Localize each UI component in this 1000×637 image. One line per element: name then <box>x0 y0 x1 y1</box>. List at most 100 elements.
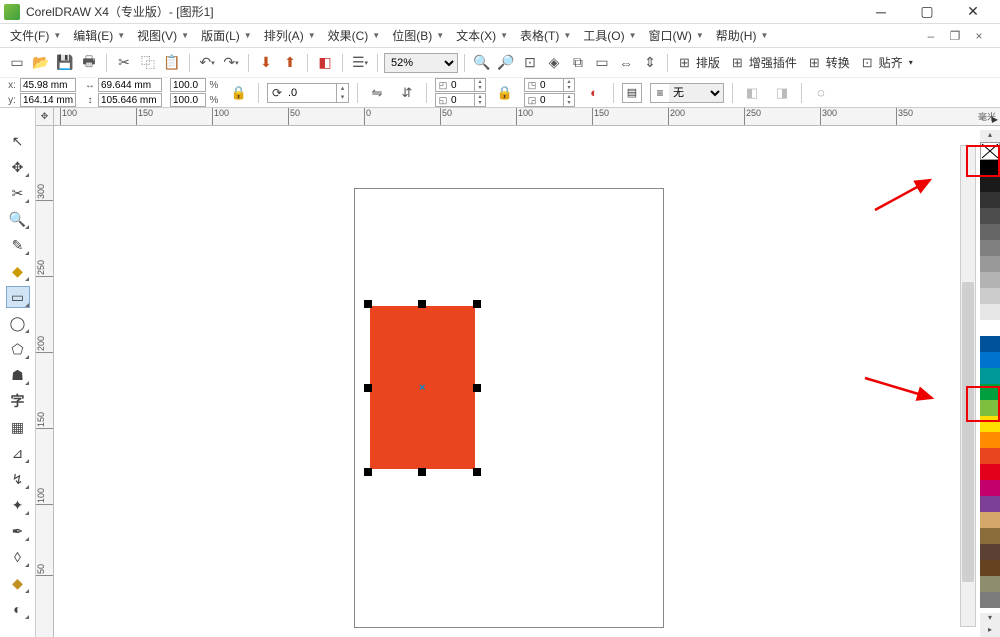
text-tool[interactable]: 字 <box>6 390 30 412</box>
convert-curves-button[interactable]: ◌ <box>810 82 832 104</box>
wrap-text-button[interactable]: ▤ <box>622 83 642 103</box>
selection-center-icon[interactable]: × <box>419 382 425 394</box>
selection-handle-ml[interactable] <box>364 384 372 392</box>
snap-enhance-button[interactable]: ⊞增强插件 <box>727 52 802 74</box>
zoom-page-button[interactable]: ▭ <box>591 52 613 74</box>
menu-table[interactable]: 表格(T)▼ <box>514 27 577 44</box>
snap-align-button[interactable]: ⊡贴齐▾ <box>857 52 918 74</box>
menu-layout[interactable]: 版面(L)▼ <box>195 27 258 44</box>
snap-convert-button[interactable]: ⊞转换 <box>804 52 855 74</box>
selection-handle-mr[interactable] <box>473 384 481 392</box>
ellipse-tool[interactable]: ◯ <box>6 312 30 334</box>
color-swatch[interactable] <box>980 176 1000 192</box>
color-swatch[interactable] <box>980 592 1000 608</box>
color-swatch[interactable] <box>980 448 1000 464</box>
color-swatch[interactable] <box>980 464 1000 480</box>
minimize-button[interactable]: ─ <box>858 0 904 24</box>
crop-tool[interactable]: ✂ <box>6 182 30 204</box>
undo-button[interactable]: ↶▾ <box>196 52 218 74</box>
palette-scroll-down[interactable]: ▾ <box>980 613 1000 625</box>
save-button[interactable]: 💾 <box>54 52 76 74</box>
corner-d-input[interactable] <box>539 94 563 106</box>
open-button[interactable]: 📂 <box>30 52 52 74</box>
cut-button[interactable]: ✂ <box>113 52 135 74</box>
scale-x-input[interactable] <box>170 78 206 92</box>
rotation-input[interactable] <box>286 84 336 102</box>
color-swatch[interactable] <box>980 240 1000 256</box>
menu-help[interactable]: 帮助(H)▼ <box>710 27 775 44</box>
color-swatch[interactable] <box>980 576 1000 592</box>
corner-b-input[interactable] <box>450 94 474 106</box>
color-swatch[interactable] <box>980 496 1000 512</box>
new-button[interactable]: ▭ <box>6 52 28 74</box>
polygon-tool[interactable]: ⬠ <box>6 338 30 360</box>
color-swatch[interactable] <box>980 528 1000 544</box>
ruler-options-arrow-icon[interactable]: ▶ <box>992 115 998 124</box>
scrollbar-thumb[interactable] <box>962 282 974 582</box>
color-swatch[interactable] <box>980 336 1000 352</box>
zoom-selection-button[interactable]: ◈ <box>543 52 565 74</box>
dimension-tool[interactable]: ⊿ <box>6 442 30 464</box>
redo-button[interactable]: ↷▾ <box>220 52 242 74</box>
corner-a-input[interactable] <box>450 79 474 91</box>
menu-text[interactable]: 文本(X)▼ <box>450 27 514 44</box>
palette-scroll-up[interactable]: ▴ <box>980 130 1000 142</box>
freehand-tool[interactable]: ✎ <box>6 234 30 256</box>
import-button[interactable]: ⬇ <box>255 52 277 74</box>
mdi-restore-button[interactable]: ❐ <box>948 29 962 43</box>
zoom-tool[interactable]: 🔍 <box>6 208 30 230</box>
to-front-button[interactable]: ◧ <box>741 82 763 104</box>
menu-view[interactable]: 视图(V)▼ <box>131 27 195 44</box>
table-tool[interactable]: ▦ <box>6 416 30 438</box>
rectangle-tool[interactable]: ▭ <box>6 286 30 308</box>
color-swatch[interactable] <box>980 544 1000 560</box>
color-swatch[interactable] <box>980 288 1000 304</box>
zoom-fit-button[interactable]: ⊡ <box>519 52 541 74</box>
paste-button[interactable]: 📋 <box>161 52 183 74</box>
scale-y-input[interactable] <box>170 93 206 107</box>
lock-ratio-button[interactable]: 🔒 <box>228 82 250 104</box>
color-swatch[interactable] <box>980 256 1000 272</box>
color-swatch[interactable] <box>980 480 1000 496</box>
zoom-out-button[interactable]: 🔎 <box>495 52 517 74</box>
canvas[interactable]: × <box>54 126 1000 637</box>
mirror-h-button[interactable]: ⇋ <box>366 82 388 104</box>
shape-tool[interactable]: ✥ <box>6 156 30 178</box>
selection-handle-br[interactable] <box>473 468 481 476</box>
fill-tool[interactable]: ◆ <box>6 572 30 594</box>
copy-button[interactable]: ⿻ <box>137 52 159 74</box>
menu-effects[interactable]: 效果(C)▼ <box>322 27 387 44</box>
spin-up[interactable]: ▴ <box>336 84 348 93</box>
connector-tool[interactable]: ↯ <box>6 468 30 490</box>
horizontal-ruler[interactable]: 100 150 100 50 0 50 100 150 200 250 300 … <box>54 108 1000 126</box>
menu-window[interactable]: 窗口(W)▼ <box>643 27 710 44</box>
color-swatch[interactable] <box>980 304 1000 320</box>
export-button[interactable]: ⬆ <box>279 52 301 74</box>
menu-tools[interactable]: 工具(O)▼ <box>577 27 642 44</box>
selection-handle-tl[interactable] <box>364 300 372 308</box>
color-swatch[interactable] <box>980 224 1000 240</box>
zoom-all-button[interactable]: ⧉ <box>567 52 589 74</box>
print-button[interactable]: 🖶 <box>78 52 100 74</box>
interactive-tool[interactable]: ✦ <box>6 494 30 516</box>
height-input[interactable] <box>98 93 162 107</box>
x-position-input[interactable] <box>20 78 76 92</box>
mirror-v-button[interactable]: ⇵ <box>396 82 418 104</box>
zoom-level-select[interactable]: 52% <box>384 53 458 73</box>
eyedropper-tool[interactable]: ✒ <box>6 520 30 542</box>
outline-width-select[interactable]: 无 <box>669 84 723 102</box>
selection-handle-tr[interactable] <box>473 300 481 308</box>
selection-handle-tm[interactable] <box>418 300 426 308</box>
y-position-input[interactable] <box>20 93 76 107</box>
color-swatch[interactable] <box>980 352 1000 368</box>
palette-flyout[interactable]: ▸ <box>980 625 1000 637</box>
smart-fill-tool[interactable]: ◆ <box>6 260 30 282</box>
corner-lock-button[interactable]: 🔒 <box>494 82 516 104</box>
to-back-button[interactable]: ◨ <box>771 82 793 104</box>
menu-bitmap[interactable]: 位图(B)▼ <box>386 27 450 44</box>
color-swatch[interactable] <box>980 272 1000 288</box>
color-swatch[interactable] <box>980 320 1000 336</box>
welcome-button[interactable]: ☰▾ <box>349 52 371 74</box>
app-launcher-button[interactable]: ◧ <box>314 52 336 74</box>
color-swatch[interactable] <box>980 192 1000 208</box>
